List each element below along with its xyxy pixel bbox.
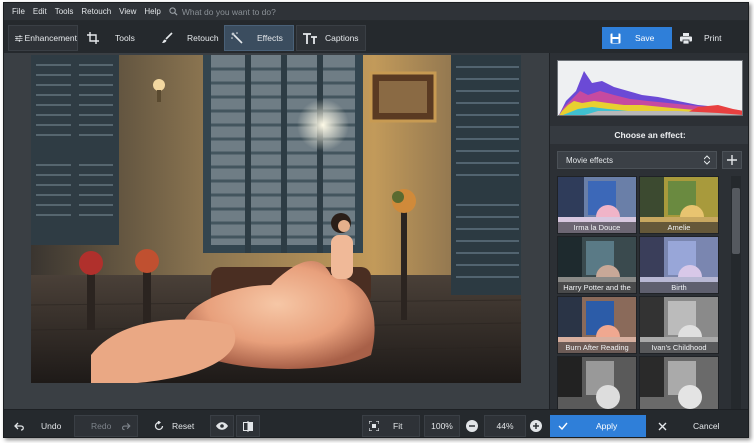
minus-circle-icon (466, 420, 478, 432)
tab-label: Captions (325, 33, 359, 43)
panel-title: Choose an effect: (550, 126, 748, 144)
search-box[interactable]: What do you want to do? (169, 7, 276, 17)
tab-label: Enhancement (24, 33, 77, 43)
menu-edit[interactable]: Edit (29, 3, 51, 21)
magic-wand-icon (231, 32, 243, 44)
effects-scrollbar[interactable] (731, 176, 741, 409)
effect-label: Ivan's Childhood (640, 342, 718, 353)
apply-label: Apply (596, 421, 618, 431)
effect-thumb-8[interactable] (639, 356, 719, 409)
menu-retouch[interactable]: Retouch (77, 3, 115, 21)
search-placeholder: What do you want to do? (181, 6, 276, 17)
plus-icon (727, 155, 737, 165)
canvas-area[interactable] (4, 53, 549, 409)
cancel-label: Cancel (693, 421, 720, 431)
printer-icon (680, 32, 692, 44)
undo-icon (14, 422, 24, 431)
menu-file[interactable]: File (8, 3, 29, 21)
search-icon (169, 7, 178, 16)
reset-label: Reset (172, 421, 195, 431)
effect-label: Birth (640, 282, 718, 293)
histogram (557, 60, 743, 116)
compare-icon (243, 420, 253, 432)
effect-thumb-burn-after-reading[interactable]: Burn After Reading (557, 296, 637, 354)
effect-thumb-7[interactable] (557, 356, 637, 409)
photo-preview[interactable] (31, 55, 521, 383)
tab-tools[interactable]: Tools (80, 25, 148, 51)
effect-thumb-irma[interactable]: Irma la Douce (557, 176, 637, 234)
select-arrows-icon (704, 155, 710, 165)
tab-label: Tools (115, 33, 135, 43)
tab-effects[interactable]: Effects (224, 25, 294, 51)
close-icon (658, 422, 667, 430)
eye-icon (216, 422, 228, 430)
menu-tools[interactable]: Tools (51, 3, 78, 21)
reset-icon (154, 421, 164, 431)
save-button[interactable]: Save (602, 27, 672, 49)
print-label: Print (704, 33, 722, 43)
fit-label: Fit (393, 421, 403, 431)
effect-label: Harry Potter and the (558, 282, 636, 293)
undo-label: Undo (41, 421, 62, 431)
menu-view[interactable]: View (115, 3, 140, 21)
effect-thumbnails: Irma la Douce Amelie Harry Potter and th… (557, 176, 722, 409)
app-window: File Edit Tools Retouch View Help What d… (3, 2, 749, 438)
zoom-value: 44% (496, 421, 514, 431)
zoom-level[interactable]: 44% (484, 415, 526, 437)
tab-label: Effects (257, 33, 283, 43)
preview-button[interactable] (210, 415, 234, 437)
tab-retouch[interactable]: Retouch (154, 25, 222, 51)
cancel-button[interactable]: Cancel (650, 415, 748, 437)
check-icon (558, 422, 568, 430)
effect-thumb-amelie[interactable]: Amelie (639, 176, 719, 234)
text-icon (303, 32, 317, 44)
tab-enhancement[interactable]: Enhancement (8, 25, 78, 51)
toolbar: Enhancement Tools Retouch Effects Captio… (4, 21, 748, 53)
save-label: Save (635, 33, 655, 43)
add-effect-button[interactable] (722, 151, 742, 169)
zoom-out-button[interactable] (464, 415, 480, 437)
redo-label: Redo (91, 421, 112, 431)
effect-label: Irma la Douce (558, 222, 636, 233)
bottom-bar: Undo Redo Reset Fit 100% 44% Apply Cance… (4, 409, 748, 437)
effect-category-value: Movie effects (566, 155, 613, 165)
photo-image (31, 55, 521, 383)
apply-button[interactable]: Apply (550, 415, 646, 437)
plus-circle-icon (530, 420, 542, 432)
menu-help[interactable]: Help (140, 3, 164, 21)
scrollbar-thumb[interactable] (732, 188, 740, 254)
effect-label: Amelie (640, 222, 718, 233)
effect-category-select[interactable]: Movie effects (557, 151, 717, 169)
effect-thumb-ivans-childhood[interactable]: Ivan's Childhood (639, 296, 719, 354)
zoom-100-button[interactable]: 100% (424, 415, 460, 437)
redo-icon (122, 422, 131, 430)
zoom-in-button[interactable] (528, 415, 544, 437)
effect-thumb-harry-potter[interactable]: Harry Potter and the (557, 236, 637, 294)
zoom-100-label: 100% (431, 421, 453, 431)
crop-icon (87, 32, 99, 44)
tab-captions[interactable]: Captions (296, 25, 366, 51)
effects-panel: Choose an effect: Movie effects Irma la … (549, 53, 748, 409)
floppy-icon (610, 33, 621, 43)
reset-button[interactable]: Reset (148, 415, 206, 437)
effect-thumb-birth[interactable]: Birth (639, 236, 719, 294)
print-button[interactable]: Print (674, 27, 744, 49)
compare-button[interactable] (236, 415, 260, 437)
brush-icon (162, 32, 173, 43)
fit-icon (369, 421, 379, 431)
sliders-icon (15, 34, 23, 42)
tab-label: Retouch (187, 33, 219, 43)
undo-button[interactable]: Undo (8, 415, 72, 437)
fit-button[interactable]: Fit (362, 415, 420, 437)
effect-label: Burn After Reading (558, 342, 636, 353)
redo-button[interactable]: Redo (74, 415, 138, 437)
menubar: File Edit Tools Retouch View Help What d… (4, 3, 748, 21)
